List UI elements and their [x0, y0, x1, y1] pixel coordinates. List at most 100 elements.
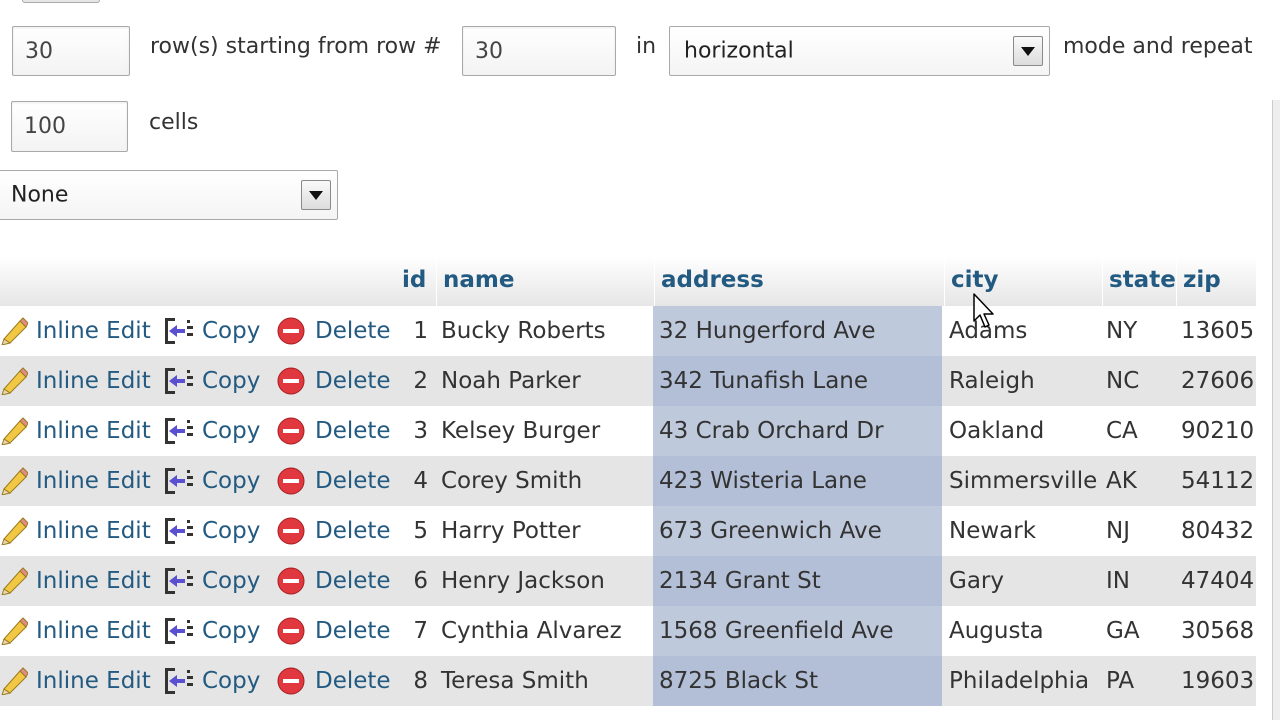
copy-link[interactable]: Copy [163, 356, 260, 406]
cell-state: NC [1106, 368, 1140, 394]
cell-city: Gary [949, 568, 1004, 594]
cell-name: Henry Jackson [441, 568, 605, 594]
delete-circle-icon [277, 317, 305, 345]
delete-circle-icon [277, 517, 305, 545]
rows-count-input[interactable] [12, 26, 130, 76]
pencil-icon [1, 367, 28, 395]
action-select[interactable]: None [0, 170, 338, 220]
copy-link[interactable]: Copy [163, 506, 260, 556]
copy-link[interactable]: Copy [163, 456, 260, 506]
inline-edit-link[interactable]: Inline Edit [0, 356, 151, 406]
cell-id: 2 [413, 368, 428, 394]
cell-address: 32 Hungerford Ave [653, 306, 942, 356]
column-header-zip[interactable]: zip [1176, 256, 1256, 306]
cell-zip: 90210 [1181, 418, 1255, 444]
cell-address: 423 Wisteria Lane [653, 456, 942, 506]
cell-city: Adams [949, 318, 1028, 344]
column-header-state[interactable]: state [1102, 256, 1176, 306]
column-header-name[interactable]: name [436, 256, 652, 306]
delete-label: Delete [315, 318, 391, 344]
inline-edit-label: Inline Edit [36, 418, 151, 444]
delete-link[interactable]: Delete [276, 556, 391, 606]
cell-name: Teresa Smith [441, 668, 589, 694]
inline-edit-link[interactable]: Inline Edit [0, 506, 151, 556]
cell-id: 4 [413, 468, 428, 494]
delete-label: Delete [315, 468, 391, 494]
copy-insert-icon [165, 318, 193, 344]
headers-every-input[interactable] [11, 101, 128, 152]
cell-id: 6 [413, 568, 428, 594]
delete-label: Delete [315, 618, 391, 644]
inline-edit-link[interactable]: Inline Edit [0, 656, 151, 706]
cell-name: Bucky Roberts [441, 318, 606, 344]
delete-link[interactable]: Delete [276, 456, 391, 506]
inline-edit-link[interactable]: Inline Edit [0, 606, 151, 656]
cell-address: 342 Tunafish Lane [653, 356, 942, 406]
delete-circle-icon [277, 367, 305, 395]
delete-link[interactable]: Delete [276, 406, 391, 456]
copy-link[interactable]: Copy [163, 606, 260, 656]
table-row: Inline Edit Copy Delete 7 Cynthia Alvare… [0, 606, 1256, 656]
copy-insert-icon [165, 668, 193, 694]
delete-circle-icon [277, 617, 305, 645]
inline-edit-link[interactable]: Inline Edit [0, 456, 151, 506]
cell-id: 1 [413, 318, 428, 344]
cell-name: Cynthia Alvarez [441, 618, 622, 644]
delete-circle-icon [277, 417, 305, 445]
mode-select-value: horizontal [684, 38, 794, 64]
table-row: Inline Edit Copy Delete 1 Bucky Roberts … [0, 306, 1256, 356]
delete-label: Delete [315, 668, 391, 694]
delete-link[interactable]: Delete [276, 356, 391, 406]
cell-city: Augusta [949, 618, 1044, 644]
cell-state: PA [1106, 668, 1135, 694]
pencil-icon [1, 317, 28, 345]
delete-link[interactable]: Delete [276, 606, 391, 656]
copy-link[interactable]: Copy [163, 406, 260, 456]
inline-edit-link[interactable]: Inline Edit [0, 406, 151, 456]
inline-edit-link[interactable]: Inline Edit [0, 306, 151, 356]
column-header-address[interactable]: address [654, 256, 942, 306]
cell-address: 43 Crab Orchard Dr [653, 406, 942, 456]
cell-name: Kelsey Burger [441, 418, 601, 444]
copy-label: Copy [202, 418, 261, 444]
cell-zip: 19603 [1181, 668, 1255, 694]
mode-select[interactable]: horizontal [669, 26, 1050, 76]
delete-label: Delete [315, 568, 391, 594]
inline-edit-label: Inline Edit [36, 618, 151, 644]
cell-id: 5 [413, 518, 428, 544]
copy-link[interactable]: Copy [163, 656, 260, 706]
delete-link[interactable]: Delete [276, 656, 391, 706]
delete-label: Delete [315, 518, 391, 544]
cell-zip: 80432 [1181, 518, 1255, 544]
cell-state: CA [1106, 418, 1138, 444]
table-row: Inline Edit Copy Delete 5 Harry Potter 6… [0, 506, 1256, 556]
copy-label: Copy [202, 368, 261, 394]
table-row: Inline Edit Copy Delete 4 Corey Smith 42… [0, 456, 1256, 506]
results-table: id name address city state zip Inline Ed… [0, 256, 1256, 706]
cell-city: Simmersville [949, 468, 1098, 494]
delete-link[interactable]: Delete [276, 306, 391, 356]
column-header-id[interactable]: id [396, 256, 434, 306]
cell-state: NJ [1106, 518, 1130, 544]
table-body: Inline Edit Copy Delete 1 Bucky Roberts … [0, 306, 1256, 706]
cell-id: 7 [413, 618, 428, 644]
chevron-down-icon[interactable] [301, 180, 331, 210]
cell-name: Noah Parker [441, 368, 581, 394]
copy-link[interactable]: Copy [163, 306, 260, 356]
delete-circle-icon [277, 667, 305, 695]
column-header-city[interactable]: city [944, 256, 1100, 306]
chevron-down-icon[interactable] [1013, 36, 1043, 66]
start-row-input[interactable] [462, 26, 616, 76]
copy-insert-icon [165, 568, 193, 594]
copy-link[interactable]: Copy [163, 556, 260, 606]
copy-insert-icon [165, 418, 193, 444]
page-scrollbar[interactable] [1272, 100, 1280, 720]
delete-label: Delete [315, 418, 391, 444]
inline-edit-label: Inline Edit [36, 568, 151, 594]
copy-insert-icon [165, 368, 193, 394]
inline-edit-link[interactable]: Inline Edit [0, 556, 151, 606]
cell-state: NY [1106, 318, 1138, 344]
top-button[interactable] [22, 0, 100, 3]
delete-link[interactable]: Delete [276, 506, 391, 556]
cell-name: Harry Potter [441, 518, 581, 544]
